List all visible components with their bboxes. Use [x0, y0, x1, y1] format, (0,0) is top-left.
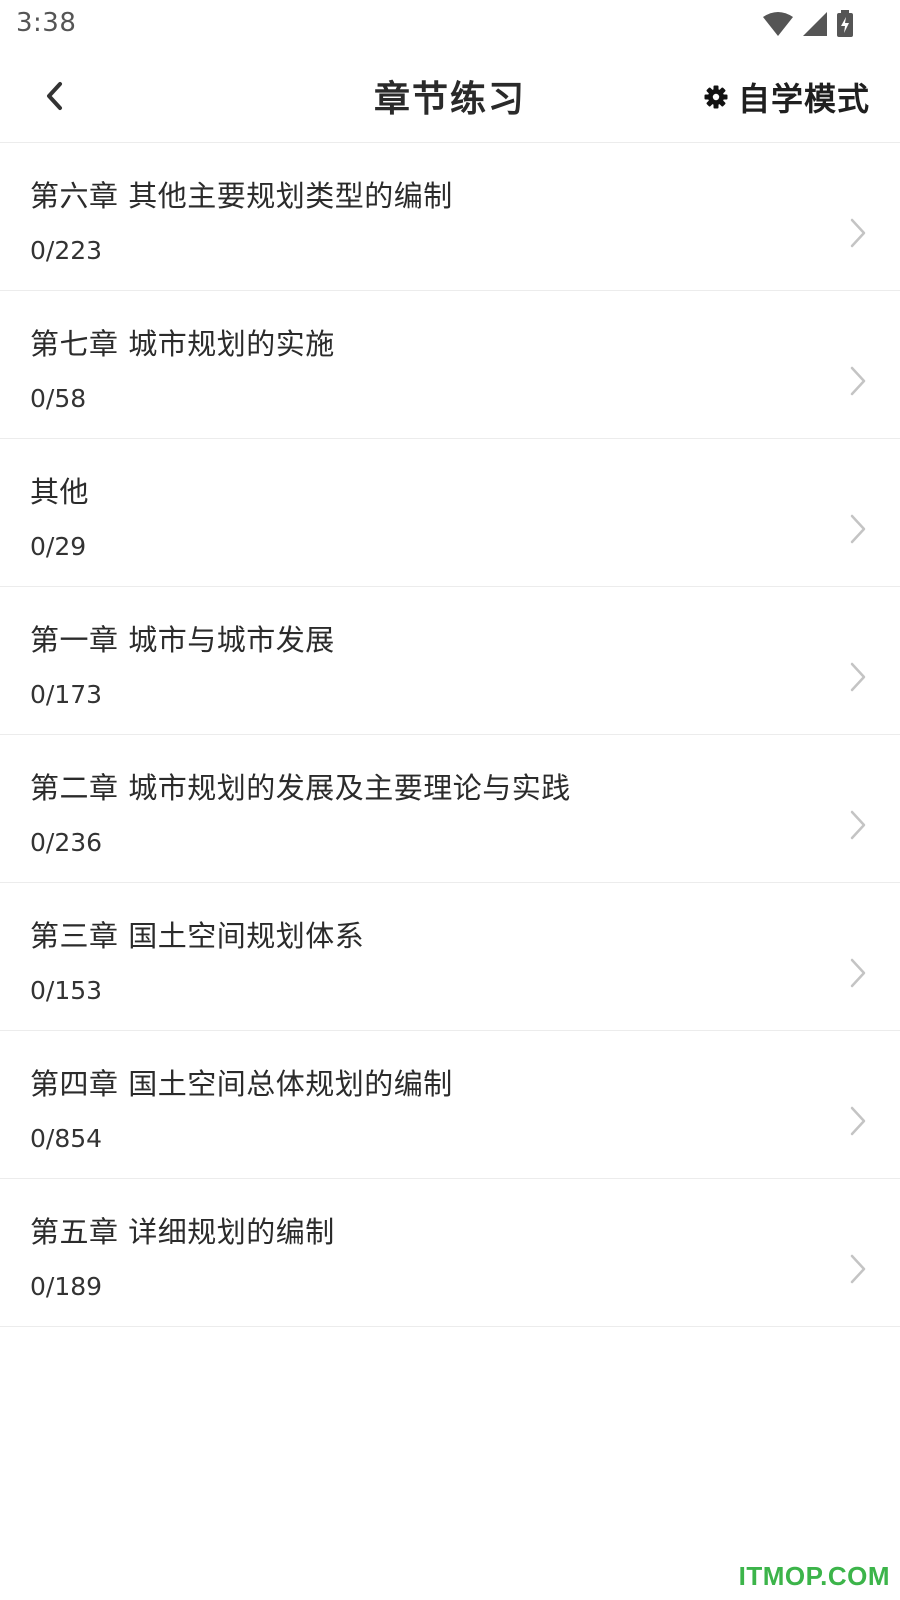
chapter-progress: 0/173 — [30, 680, 103, 709]
cell-signal-icon — [803, 12, 827, 36]
chapter-item[interactable]: 第五章 详细规划的编制 0/189 — [0, 1179, 900, 1327]
chevron-right-icon — [850, 958, 866, 988]
chapter-title: 第六章 其他主要规划类型的编制 — [30, 179, 453, 213]
chapter-item[interactable]: 第三章 国土空间规划体系 0/153 — [0, 883, 900, 1031]
chevron-right-icon — [850, 514, 866, 544]
chapter-item[interactable]: 第四章 国土空间总体规划的编制 0/854 — [0, 1031, 900, 1179]
nav-bar: 章节练习 自学模式 — [0, 50, 900, 143]
chapter-progress: 0/223 — [30, 236, 103, 265]
chevron-right-icon — [850, 1106, 866, 1136]
chapter-title: 第一章 城市与城市发展 — [30, 623, 335, 657]
chapter-item[interactable]: 第一章 城市与城市发展 0/173 — [0, 587, 900, 735]
chevron-right-icon — [850, 218, 866, 248]
battery-charging-icon — [837, 10, 853, 37]
chapter-progress: 0/153 — [30, 976, 103, 1005]
chevron-right-icon — [850, 662, 866, 692]
chapter-progress: 0/58 — [30, 384, 87, 413]
chapter-progress: 0/189 — [30, 1272, 103, 1301]
chapter-title: 第三章 国土空间规划体系 — [30, 919, 365, 953]
chevron-right-icon — [850, 366, 866, 396]
watermark: ITMOP.COM — [738, 1561, 890, 1591]
chapter-progress: 0/29 — [30, 532, 87, 561]
chapter-title: 第五章 详细规划的编制 — [30, 1215, 335, 1249]
status-bar: 3:38 — [0, 0, 900, 48]
self-study-mode-button[interactable]: 自学模式 — [704, 74, 870, 120]
chevron-right-icon — [850, 1254, 866, 1284]
status-icons — [762, 8, 854, 40]
chapter-title: 第四章 国土空间总体规划的编制 — [30, 1067, 453, 1101]
chapter-progress: 0/236 — [30, 828, 103, 857]
gear-icon — [704, 85, 728, 109]
chapter-item[interactable]: 第七章 城市规划的实施 0/58 — [0, 291, 900, 439]
chapter-list: 第六章 其他主要规划类型的编制 0/223 第七章 城市规划的实施 0/58 其… — [0, 143, 900, 1327]
status-time: 3:38 — [16, 8, 77, 38]
chapter-item[interactable]: 第二章 城市规划的发展及主要理论与实践 0/236 — [0, 735, 900, 883]
chapter-item[interactable]: 第六章 其他主要规划类型的编制 0/223 — [0, 143, 900, 291]
chapter-title: 其他 — [30, 475, 90, 509]
chapter-title: 第二章 城市规划的发展及主要理论与实践 — [30, 771, 571, 805]
chapter-title: 第七章 城市规划的实施 — [30, 327, 335, 361]
chapter-progress: 0/854 — [30, 1124, 103, 1153]
chevron-right-icon — [850, 810, 866, 840]
chapter-item[interactable]: 其他 0/29 — [0, 439, 900, 587]
wifi-icon — [763, 12, 793, 36]
self-study-mode-label: 自学模式 — [737, 80, 870, 118]
